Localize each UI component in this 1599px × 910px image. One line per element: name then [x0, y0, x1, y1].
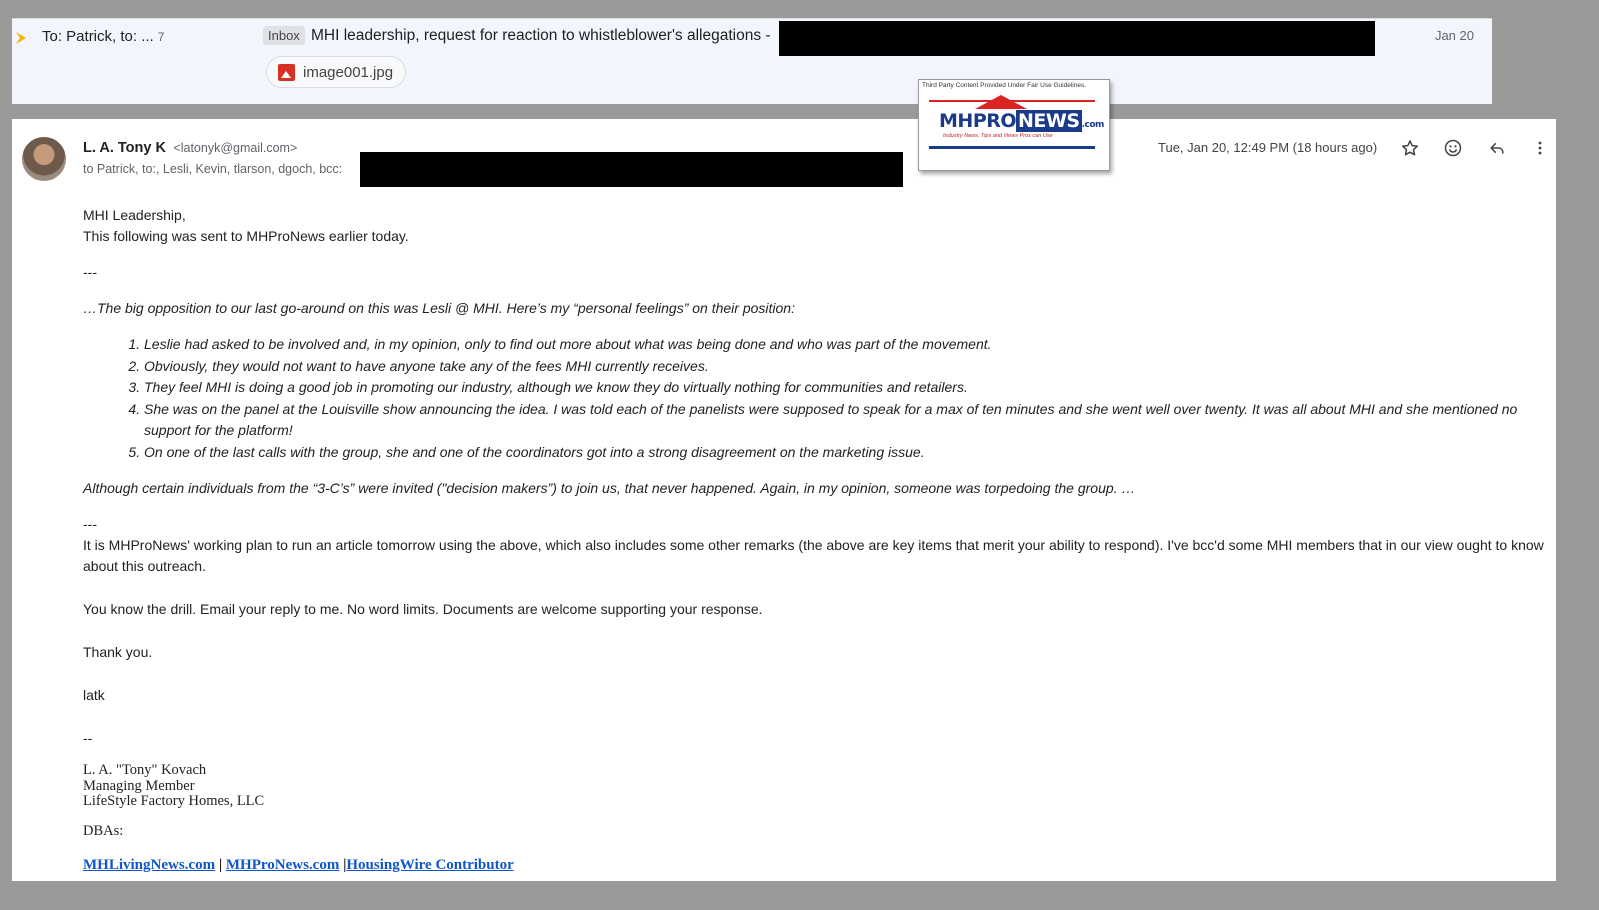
logo-blue-line	[929, 146, 1095, 149]
sender-line: L. A. Tony K <latonyk@gmail.com>	[83, 139, 297, 157]
mhpronews-link[interactable]: MHProNews.com	[226, 857, 339, 873]
mhlivingnews-link[interactable]: MHLivingNews.com	[83, 857, 215, 873]
plan-paragraph: It is MHProNews' working plan to run an …	[83, 537, 1544, 574]
mhpronews-logo: Third Party Content Provided Under Fair …	[918, 79, 1110, 171]
sender-name[interactable]: L. A. Tony K	[83, 140, 166, 156]
dbas-label: DBAs:	[83, 822, 124, 839]
star-icon	[1402, 140, 1418, 156]
attachment-chip[interactable]: image001.jpg	[266, 56, 407, 88]
drill-paragraph: You know the drill. Email your reply to …	[83, 601, 763, 617]
separator: ---	[83, 516, 97, 532]
image-file-icon	[278, 63, 295, 81]
logo-wordmark: MHPRO NEWS .com	[939, 110, 1104, 132]
sender-email: <latonyk@gmail.com>	[173, 141, 298, 155]
housingwire-link[interactable]: HousingWire Contributor	[346, 857, 513, 873]
signature-name: L. A. "Tony" Kovach	[83, 762, 207, 778]
link-separator: |	[218, 857, 223, 873]
initials: latk	[83, 687, 105, 703]
emoji-reaction-button[interactable]	[1440, 135, 1466, 161]
attachment-name: image001.jpg	[303, 63, 394, 81]
recipients-text: To: Patrick, to: ...	[42, 28, 154, 45]
allegation-list: Leslie had asked to be involved and, in …	[83, 334, 1548, 463]
thread-date: Jan 20	[1434, 28, 1474, 43]
importance-marker-icon[interactable]	[16, 32, 26, 44]
signature-block: L. A. "Tony" Kovach Managing Member Life…	[83, 762, 1548, 810]
signature-links: MHLivingNews.com | MHProNews.com |Housin…	[83, 855, 1548, 876]
signature-company: LifeStyle Factory Homes, LLC	[83, 793, 265, 809]
star-button[interactable]	[1397, 135, 1423, 161]
inbox-label[interactable]: Inbox	[263, 26, 305, 45]
list-item: On one of the last calls with the group,…	[144, 442, 1548, 464]
redaction-bar	[779, 21, 1375, 56]
redaction-bar	[360, 152, 903, 187]
thread-row[interactable]: To: Patrick, to: ... 7 Inbox MHI leadersh…	[12, 18, 1492, 104]
list-item: They feel MHI is doing a good job in pro…	[144, 377, 1548, 399]
thread-recipients: To: Patrick, to: ... 7	[42, 28, 164, 45]
more-vert-icon	[1538, 141, 1542, 155]
message-date: Tue, Jan 20, 12:49 PM (18 hours ago)	[1158, 140, 1378, 155]
reply-icon	[1490, 143, 1504, 154]
list-item: She was on the panel at the Louisville s…	[144, 399, 1548, 442]
quote-outro: Although certain individuals from the “3…	[83, 480, 1136, 496]
fair-use-caption: Third Party Content Provided Under Fair …	[922, 82, 1087, 89]
thread-count: 7	[157, 30, 165, 44]
more-options-button[interactable]	[1527, 135, 1553, 161]
logo-graphic: MHPRO NEWS .com Industry News, Tips and Vi…	[929, 95, 1104, 153]
message-body: MHI Leadership, This following was sent …	[83, 205, 1548, 876]
reply-button[interactable]	[1484, 135, 1510, 161]
greeting: MHI Leadership,	[83, 207, 186, 223]
thread-subject[interactable]: MHI leadership, request for reaction to …	[311, 27, 771, 45]
separator: ---	[83, 264, 97, 280]
quote-intro: …The big opposition to our last go-aroun…	[83, 300, 795, 316]
thanks-line: Thank you.	[83, 644, 153, 660]
logo-roof-icon	[975, 95, 1027, 109]
recipient-line[interactable]: to Patrick, to:, Lesli, Kevin, tlarson, …	[83, 162, 342, 176]
list-item: Leslie had asked to be involved and, in …	[144, 334, 1548, 356]
signature-separator: --	[83, 730, 93, 746]
intro-line: This following was sent to MHProNews ear…	[83, 228, 409, 244]
list-item: Obviously, they would not want to have a…	[144, 356, 1548, 378]
avatar[interactable]	[22, 137, 66, 181]
logo-tagline: Industry News, Tips and Views Pros can U…	[943, 133, 1053, 139]
smiley-icon	[1444, 139, 1462, 157]
signature-title: Managing Member	[83, 777, 195, 794]
